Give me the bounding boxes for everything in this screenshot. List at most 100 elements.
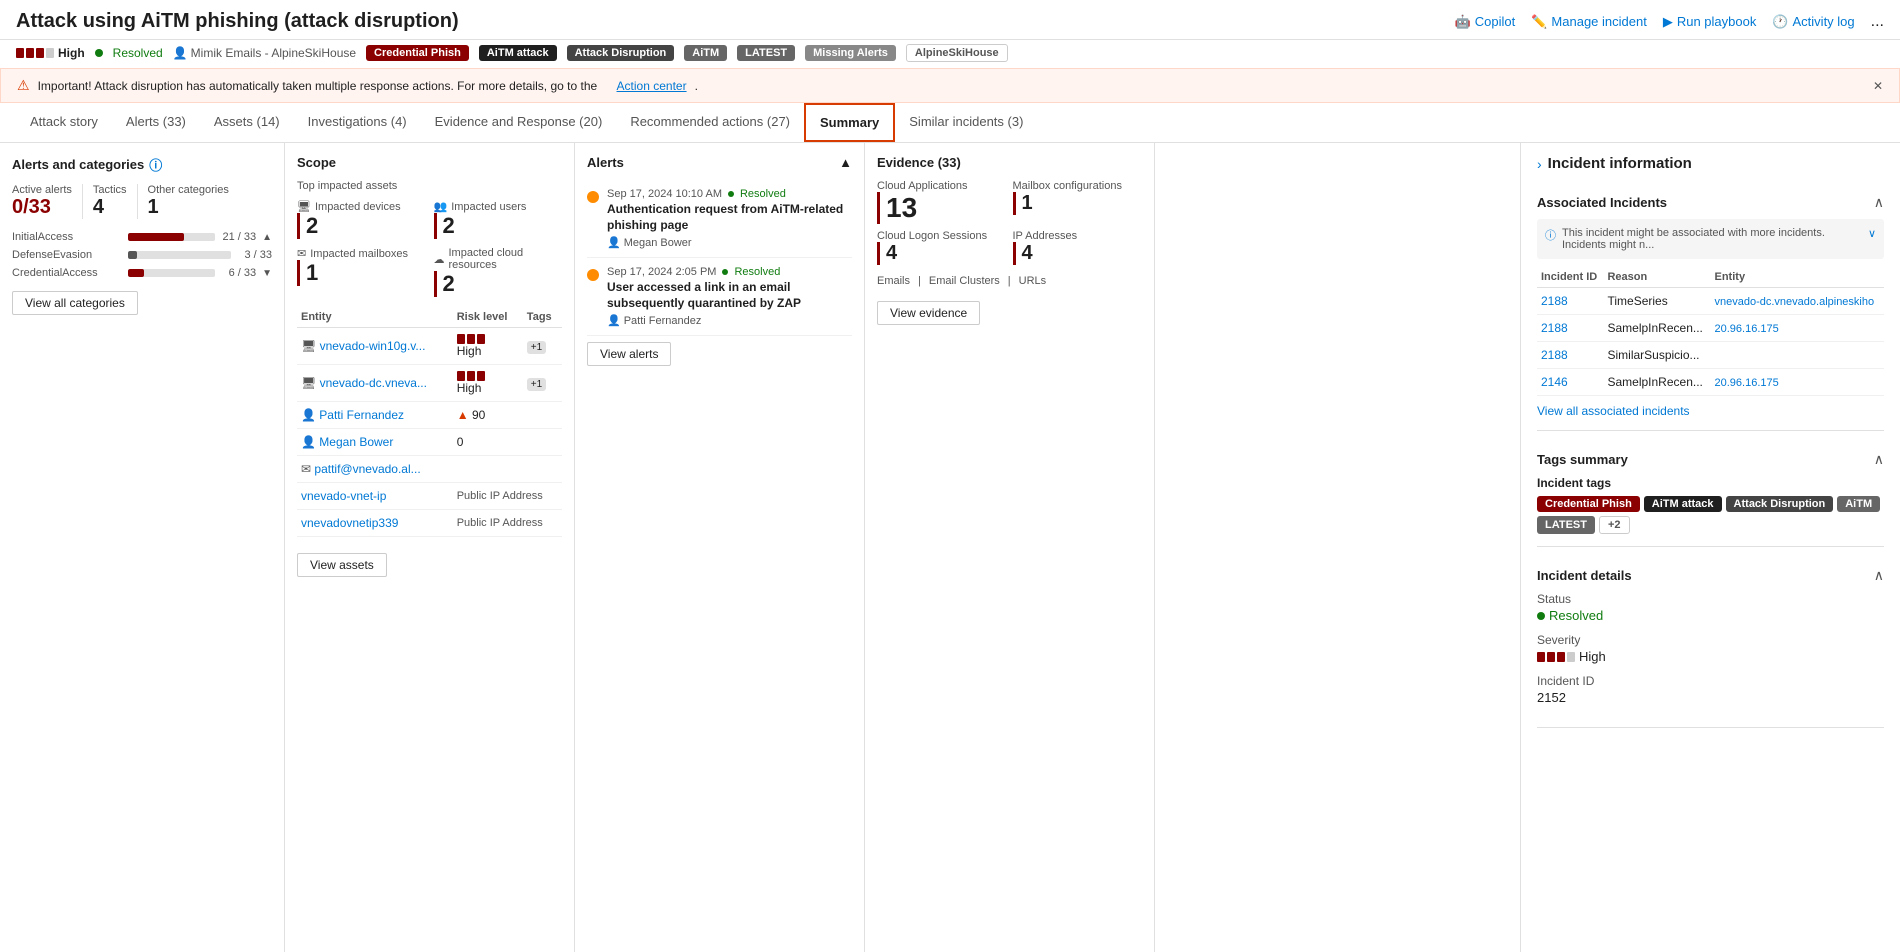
tag-aitm: AiTM [684,45,727,61]
table-row: ✉ pattif@vnevado.al... [297,456,562,483]
active-alerts-stat: Active alerts 0/33 [12,184,72,219]
status-detail: Status Resolved [1537,592,1884,623]
alert-status-dot [728,191,734,197]
evidence-stat: IP Addresses 4 [1013,230,1143,265]
entity-value[interactable]: vnevado-dc.vnevado.alpineskiho [1715,296,1875,308]
entity-value[interactable]: 20.96.16.175 [1715,377,1779,389]
manage-incident-button[interactable]: ✏️ Manage incident [1531,14,1647,30]
copilot-button[interactable]: 🤖 Copilot [1455,14,1516,30]
chevron-up-icon: ∧ [1874,567,1884,584]
alert-status-dot [722,269,728,275]
entity-col-header: Entity [297,307,453,328]
severity-indicator: High [16,46,85,60]
associated-incidents-header[interactable]: Associated Incidents ∧ [1537,186,1884,219]
table-row: 2188 SimilarSuspicio... [1537,342,1884,369]
incident-id-link[interactable]: 2188 [1541,321,1568,335]
view-all-incidents-link[interactable]: View all associated incidents [1537,404,1884,418]
risk-bars [457,334,519,344]
tag-aitm-attack: AiTM attack [1644,496,1722,512]
evidence-panel: Evidence (33) Cloud Applications 13 Mail… [865,143,1155,952]
copilot-icon: 🤖 [1455,14,1471,30]
sev-bar-1 [16,48,24,58]
users-icon: 👥 [434,200,448,213]
severity-bars [16,48,54,58]
user-icon: 👤 [173,46,188,60]
view-all-categories-button[interactable]: View all categories [12,291,138,315]
device-icon: 🖥 [301,376,316,390]
user-icon: 👤 [301,408,316,422]
entity-link[interactable]: pattif@vnevado.al... [314,462,420,476]
alerts-categories-title: Alerts and categories ⓘ [12,155,272,174]
entity-link[interactable]: Patti Fernandez [319,408,404,422]
impacted-devices-stat: 🖥 Impacted devices 2 [297,200,426,239]
view-alerts-button[interactable]: View alerts [587,342,671,366]
chevron-up-icon: ∧ [1874,194,1884,211]
tag-aitm: AiTM [1837,496,1880,512]
navigation-tabs: Attack story Alerts (33) Assets (14) Inv… [0,103,1900,143]
impacted-mailboxes-stat: ✉ Impacted mailboxes 1 [297,247,426,297]
tab-summary[interactable]: Summary [804,103,895,142]
table-row: 👤 Megan Bower 0 [297,429,562,456]
main-content: Alerts and categories ⓘ Active alerts 0/… [0,143,1900,952]
alerts-feed-title: Alerts ▲ [587,155,852,170]
tags-row: Credential Phish AiTM attack Attack Disr… [1537,496,1884,534]
activity-log-button[interactable]: 🕐 Activity log [1772,14,1854,30]
more-options-button[interactable]: ... [1871,13,1884,31]
evidence-title: Evidence (33) [877,155,1142,170]
banner-text: Important! Attack disruption has automat… [38,79,598,93]
associated-incidents-content: ⓘ This incident might be associated with… [1537,219,1884,418]
mailbox-icon: ✉ [297,247,306,260]
incident-details-header[interactable]: Incident details ∧ [1537,559,1884,592]
tab-attack-story[interactable]: Attack story [16,104,112,141]
page-header: Attack using AiTM phishing (attack disru… [0,0,1900,40]
status-text: Resolved [113,46,163,60]
chevron-down-icon: ∨ [1868,227,1876,240]
view-evidence-button[interactable]: View evidence [877,301,980,325]
tag-aitm-attack: AiTM attack [479,45,557,61]
incident-title: Attack using AiTM phishing (attack disru… [16,10,459,33]
scope-panel: Scope Top impacted assets 🖥 Impacted dev… [285,143,575,952]
tag-missing-alerts: Missing Alerts [805,45,896,61]
tab-recommended-actions[interactable]: Recommended actions (27) [616,104,804,141]
tactics-stat: Tactics 4 [93,184,127,219]
evidence-more-stats: Emails | Email Clusters | URLs [877,275,1142,287]
play-icon: ▶ [1663,14,1673,30]
sev-bar-4 [46,48,54,58]
incident-id-link[interactable]: 2146 [1541,375,1568,389]
sort-up-icon: ▲ [262,232,272,243]
evidence-grid: Cloud Applications 13 Mailbox configurat… [877,180,1142,265]
tab-evidence-response[interactable]: Evidence and Response (20) [421,104,617,141]
tag-latest: LATEST [1537,516,1595,534]
entity-link[interactable]: Megan Bower [319,435,393,449]
device-icon: 🖥 [297,200,311,213]
entity-value[interactable]: 20.96.16.175 [1715,323,1779,335]
tab-investigations[interactable]: Investigations (4) [294,104,421,141]
scope-title: Scope [297,155,562,170]
ip-link[interactable]: vnevado-vnet-ip [301,489,386,503]
incident-id-link[interactable]: 2188 [1541,348,1568,362]
alert-user: 👤 Megan Bower [607,236,852,249]
entity-link[interactable]: vnevado-win10g.v... [320,339,426,353]
banner-close-button[interactable]: ✕ [1873,79,1883,93]
incidents-table: Incident ID Reason Entity 2188 TimeSerie… [1537,267,1884,396]
info-icon: ⓘ [1545,227,1556,243]
view-assets-button[interactable]: View assets [297,553,387,577]
tab-alerts[interactable]: Alerts (33) [112,104,200,141]
tag-credential-phish: Credential Phish [366,45,469,61]
entity-link[interactable]: vnevado-dc.vneva... [320,376,427,390]
incident-id-link[interactable]: 2188 [1541,294,1568,308]
table-row: 2188 SamelpInRecen... 20.96.16.175 [1537,315,1884,342]
sev-bar-2 [26,48,34,58]
run-playbook-button[interactable]: ▶ Run playbook [1663,14,1757,30]
tags-summary-header[interactable]: Tags summary ∧ [1537,443,1884,476]
warning-icon: ⚠ [17,77,30,94]
tab-similar-incidents[interactable]: Similar incidents (3) [895,104,1037,141]
tab-assets[interactable]: Assets (14) [200,104,294,141]
ip-link[interactable]: vnevadovnetip339 [301,516,398,530]
risk-bars [457,371,519,381]
tags-summary-section: Tags summary ∧ Incident tags Credential … [1537,443,1884,547]
action-center-link[interactable]: Action center [617,79,687,93]
scrollbar-up[interactable]: ▲ [839,155,852,170]
tag-credential-phish: Credential Phish [1537,496,1640,512]
collapse-chevron[interactable]: › [1537,156,1542,172]
